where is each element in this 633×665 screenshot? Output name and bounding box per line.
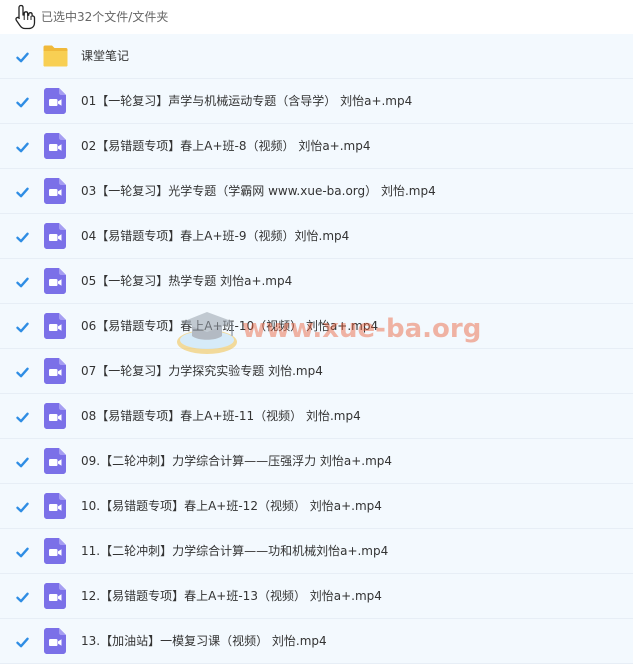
video-file-icon bbox=[44, 538, 66, 564]
file-row[interactable]: 10.【易错题专项】春上A+班-12（视频） 刘怡a+.mp4 bbox=[0, 484, 633, 529]
selection-header: 已选中32个文件/文件夹 bbox=[0, 0, 633, 34]
file-row[interactable]: 07【一轮复习】力学探究实验专题 刘怡.mp4 bbox=[0, 349, 633, 394]
row-checkbox[interactable] bbox=[16, 94, 29, 108]
row-checkbox[interactable] bbox=[16, 364, 29, 378]
row-checkbox[interactable] bbox=[16, 589, 29, 603]
row-checkbox[interactable] bbox=[16, 139, 29, 153]
video-file-icon bbox=[44, 358, 66, 384]
video-file-icon bbox=[44, 223, 66, 249]
file-name[interactable]: 06【易错题专项】春上A+班-10（视频） 刘怡a+.mp4 bbox=[81, 317, 378, 335]
folder-row[interactable]: 课堂笔记 bbox=[0, 34, 633, 79]
file-name[interactable]: 05【一轮复习】热学专题 刘怡a+.mp4 bbox=[81, 272, 292, 290]
file-name[interactable]: 03【一轮复习】光学专题（学霸网 www.xue-ba.org） 刘怡.mp4 bbox=[81, 182, 436, 200]
row-checkbox[interactable] bbox=[16, 634, 29, 648]
row-checkbox[interactable] bbox=[16, 499, 29, 513]
video-file-icon bbox=[44, 403, 66, 429]
file-name[interactable]: 08【易错题专项】春上A+班-11（视频） 刘怡.mp4 bbox=[81, 407, 361, 425]
file-row[interactable]: 01【一轮复习】声学与机械运动专题（含导学） 刘怡a+.mp4 bbox=[0, 79, 633, 124]
file-row[interactable]: 06【易错题专项】春上A+班-10（视频） 刘怡a+.mp4 bbox=[0, 304, 633, 349]
file-name[interactable]: 02【易错题专项】春上A+班-8（视频） 刘怡a+.mp4 bbox=[81, 137, 370, 155]
file-row[interactable]: 12.【易错题专项】春上A+班-13（视频） 刘怡a+.mp4 bbox=[0, 574, 633, 619]
file-name[interactable]: 11.【二轮冲刺】力学综合计算——功和机械刘怡a+.mp4 bbox=[81, 542, 388, 560]
selection-count-text: 已选中32个文件/文件夹 bbox=[41, 10, 169, 24]
file-name[interactable]: 01【一轮复习】声学与机械运动专题（含导学） 刘怡a+.mp4 bbox=[81, 92, 412, 110]
file-name[interactable]: 课堂笔记 bbox=[81, 47, 129, 65]
file-name[interactable]: 09.【二轮冲刺】力学综合计算——压强浮力 刘怡a+.mp4 bbox=[81, 452, 392, 470]
hand-cursor-icon bbox=[15, 4, 36, 30]
file-row[interactable]: 13.【加油站】一模复习课（视频） 刘怡.mp4 bbox=[0, 619, 633, 664]
file-name[interactable]: 07【一轮复习】力学探究实验专题 刘怡.mp4 bbox=[81, 362, 323, 380]
file-row[interactable]: 05【一轮复习】热学专题 刘怡a+.mp4 bbox=[0, 259, 633, 304]
file-row[interactable]: 02【易错题专项】春上A+班-8（视频） 刘怡a+.mp4 bbox=[0, 124, 633, 169]
row-checkbox[interactable] bbox=[16, 274, 29, 288]
file-name[interactable]: 10.【易错题专项】春上A+班-12（视频） 刘怡a+.mp4 bbox=[81, 497, 382, 515]
video-file-icon bbox=[44, 493, 66, 519]
video-file-icon bbox=[44, 583, 66, 609]
row-checkbox[interactable] bbox=[16, 184, 29, 198]
file-row[interactable]: 04【易错题专项】春上A+班-9（视频）刘怡.mp4 bbox=[0, 214, 633, 259]
video-file-icon bbox=[44, 133, 66, 159]
row-checkbox[interactable] bbox=[16, 49, 29, 63]
file-list-page: 已选中32个文件/文件夹 课堂笔记 01【一轮复习】声学与机械运动专题（含导学）… bbox=[0, 0, 633, 665]
row-checkbox[interactable] bbox=[16, 454, 29, 468]
video-file-icon bbox=[44, 313, 66, 339]
video-file-icon bbox=[44, 268, 66, 294]
file-row[interactable]: 11.【二轮冲刺】力学综合计算——功和机械刘怡a+.mp4 bbox=[0, 529, 633, 574]
folder-icon bbox=[42, 45, 69, 67]
file-name[interactable]: 13.【加油站】一模复习课（视频） 刘怡.mp4 bbox=[81, 632, 327, 650]
file-name[interactable]: 12.【易错题专项】春上A+班-13（视频） 刘怡a+.mp4 bbox=[81, 587, 382, 605]
file-row[interactable]: 09.【二轮冲刺】力学综合计算——压强浮力 刘怡a+.mp4 bbox=[0, 439, 633, 484]
file-row[interactable]: 03【一轮复习】光学专题（学霸网 www.xue-ba.org） 刘怡.mp4 bbox=[0, 169, 633, 214]
row-checkbox[interactable] bbox=[16, 319, 29, 333]
row-checkbox[interactable] bbox=[16, 409, 29, 423]
row-checkbox[interactable] bbox=[16, 544, 29, 558]
row-checkbox[interactable] bbox=[16, 229, 29, 243]
file-row[interactable]: 08【易错题专项】春上A+班-11（视频） 刘怡.mp4 bbox=[0, 394, 633, 439]
file-list: 课堂笔记 01【一轮复习】声学与机械运动专题（含导学） 刘怡a+.mp4 02【… bbox=[0, 34, 633, 664]
video-file-icon bbox=[44, 448, 66, 474]
video-file-icon bbox=[44, 178, 66, 204]
video-file-icon bbox=[44, 88, 66, 114]
video-file-icon bbox=[44, 628, 66, 654]
file-name[interactable]: 04【易错题专项】春上A+班-9（视频）刘怡.mp4 bbox=[81, 227, 349, 245]
